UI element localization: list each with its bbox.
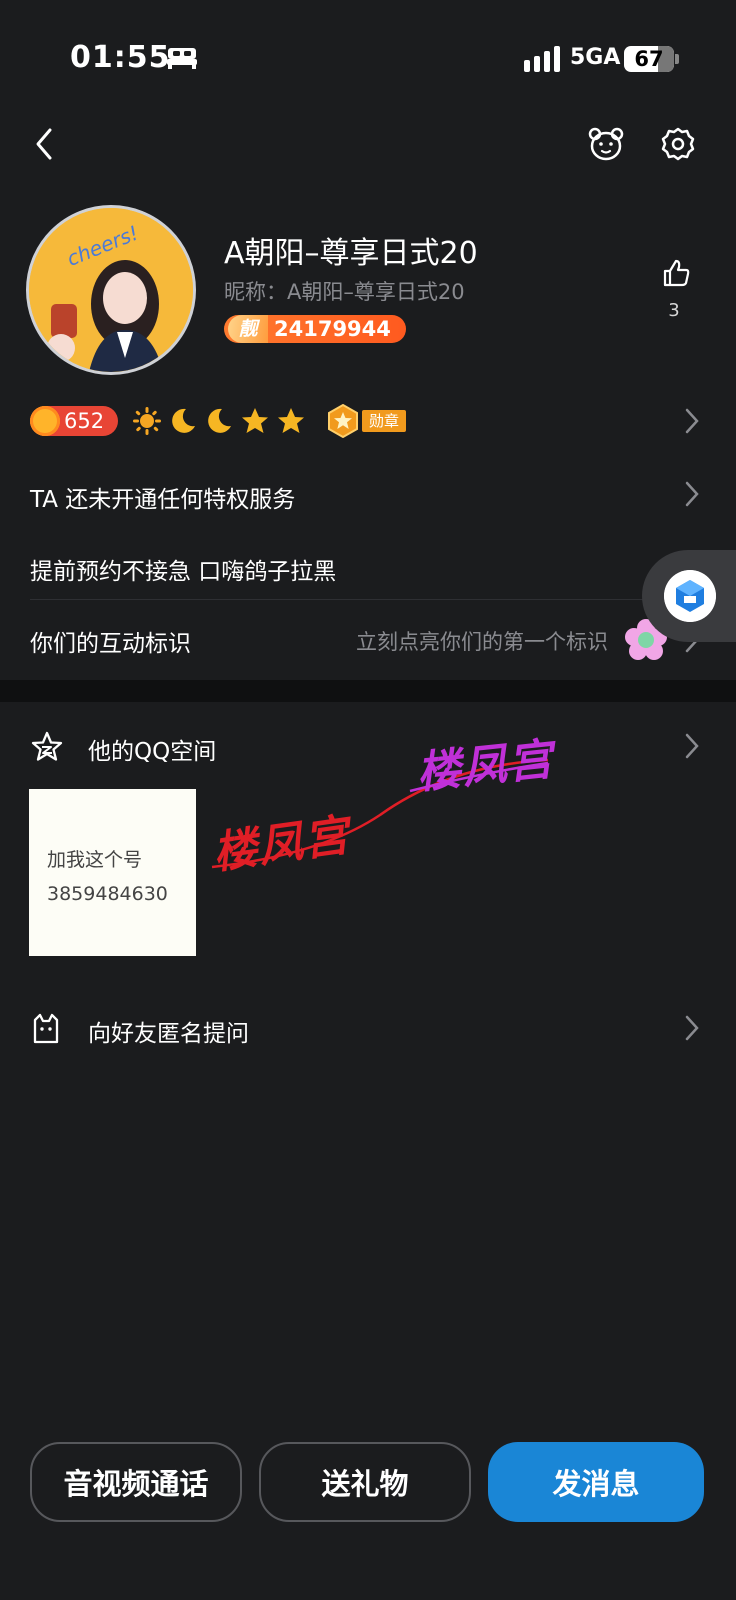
bear-face-icon[interactable] [588,126,624,162]
medal-star-icon [328,404,358,438]
moon-icon [208,408,231,433]
thumbs-up-icon[interactable] [662,258,690,288]
profile-name: A朝阳–尊享日式20 [224,236,478,271]
level-coin-icon [30,406,60,436]
chevron-left-icon[interactable] [30,124,58,164]
id-badge[interactable]: 靓 24179944 [224,315,406,343]
chevron-right-icon[interactable] [684,480,700,508]
section-separator [0,680,736,702]
chevron-right-icon[interactable] [684,407,700,435]
star-icon [242,408,268,433]
cat-icon [33,1013,59,1044]
medal-label: 勋章 [362,410,406,432]
avatar[interactable]: cheers! [26,205,196,375]
anonymous-ask-label[interactable]: 向好友匿名提问 [88,1014,249,1048]
status-time: 01:55 [70,40,171,75]
interaction-hint[interactable]: 立刻点亮你们的第一个标识 [356,626,608,656]
signature-text: 提前预约不接急 口嗨鸽子拉黑 [30,559,337,585]
moon-icon [172,408,195,433]
note-line-2: 3859484630 [47,883,168,905]
id-number: 24179944 [274,317,391,341]
like-count: 3 [668,300,680,321]
profile-nickname: 昵称：A朝阳–尊享日式20 [224,280,465,304]
avatar-image: cheers! [29,208,193,372]
chevron-right-icon[interactable] [684,1014,700,1042]
send-gift-button[interactable]: 送礼物 [259,1442,471,1522]
id-badge-prefix: 靓 [228,315,268,343]
note-line-1: 加我这个号 [47,849,143,871]
divider [30,599,736,600]
bed-icon [167,48,197,69]
battery-tip [675,54,679,64]
video-call-button[interactable]: 音视频通话 [30,1442,242,1522]
floating-assistant-button[interactable] [642,550,736,642]
level-badge[interactable]: 652 [30,406,118,436]
signal-icon [524,46,560,72]
cube-icon [664,570,716,622]
battery-text: 67 [634,47,664,71]
star-icon [278,408,304,433]
battery-indicator: 67 [624,46,674,72]
send-message-button[interactable]: 发消息 [488,1442,704,1522]
interaction-row-label[interactable]: 你们的互动标识 [30,624,191,658]
sun-icon [133,407,161,435]
qzone-label[interactable]: 他的QQ空间 [88,732,216,766]
chevron-right-icon[interactable] [684,732,700,760]
level-value: 652 [64,409,105,433]
medal-badge[interactable]: 勋章 [326,404,410,438]
gear-icon[interactable] [660,126,696,162]
qzone-star-icon [31,731,63,761]
network-type: 5GA [570,45,621,70]
privilege-row[interactable]: TA 还未开通任何特权服务 [30,480,295,514]
qzone-photo-thumbnail[interactable]: 加我这个号 3859484630 [29,789,196,956]
